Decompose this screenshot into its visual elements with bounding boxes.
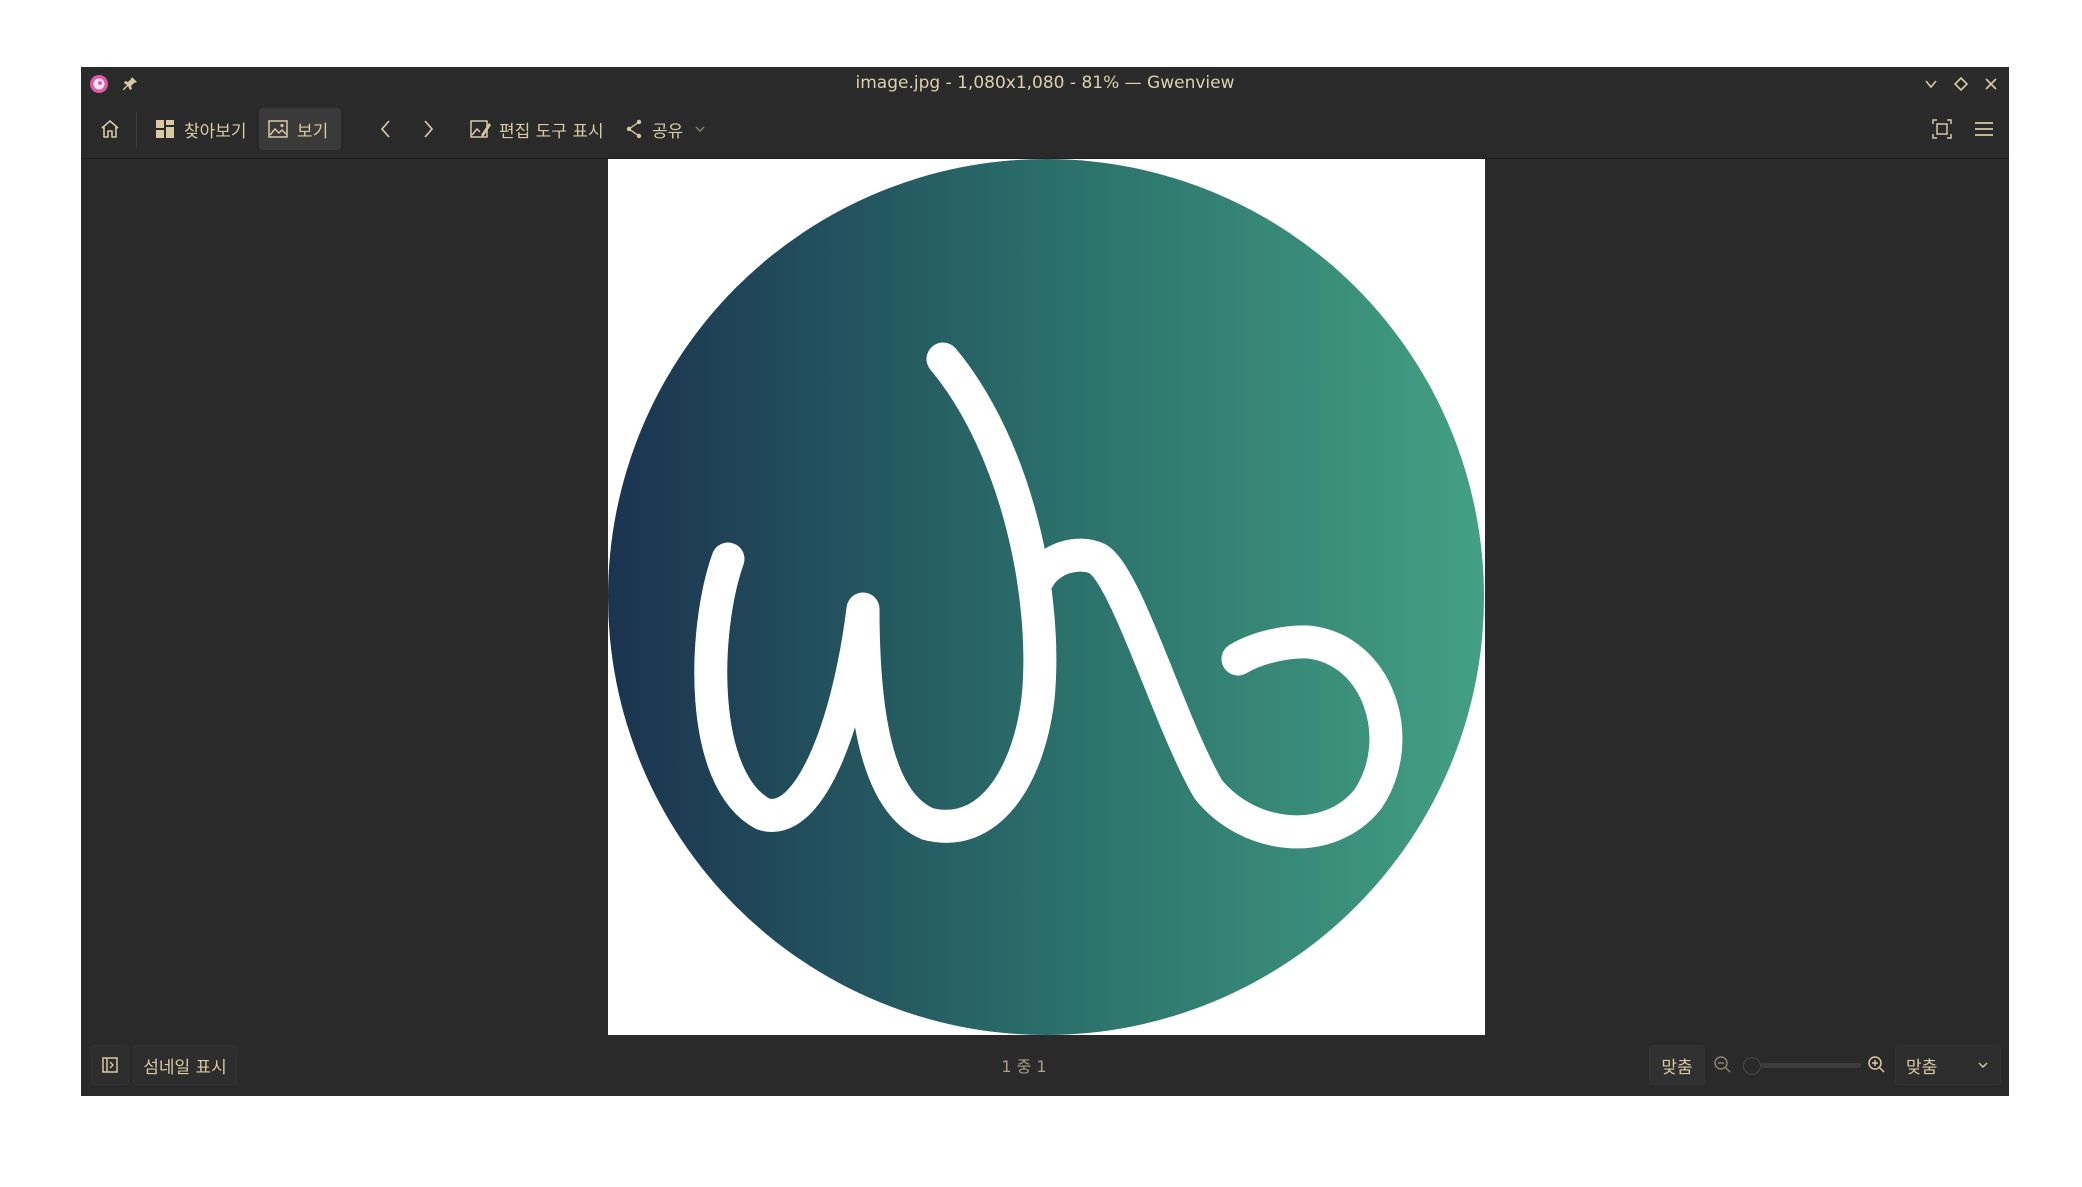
chevron-right-icon: [424, 120, 434, 138]
gwenview-window: image.jpg - 1,080x1,080 - 81% — Gwenview…: [81, 67, 2009, 1096]
home-icon: [101, 120, 119, 138]
fit-button[interactable]: 맞춤: [1649, 1045, 1705, 1085]
view-label: 보기: [297, 121, 329, 142]
browse-button[interactable]: 찾아보기: [146, 108, 255, 150]
fullscreen-button[interactable]: [1921, 108, 1963, 150]
grid-icon: [156, 120, 174, 138]
app-icon[interactable]: [89, 74, 109, 94]
browse-label: 찾아보기: [184, 121, 247, 142]
show-edit-tools-button[interactable]: 편집 도구 표시: [461, 108, 612, 150]
zoom-slider-handle[interactable]: [1743, 1057, 1761, 1075]
edit-tools-label: 편집 도구 표시: [499, 121, 604, 142]
toolbar-separator: [136, 112, 137, 148]
home-button[interactable]: [89, 108, 131, 150]
minimize-button[interactable]: [1920, 73, 1942, 95]
fullscreen-icon: [1932, 119, 1952, 139]
pin-icon[interactable]: [121, 75, 139, 93]
hamburger-menu-icon: [1975, 122, 1993, 136]
zoom-slider-track[interactable]: [1761, 1063, 1861, 1068]
minimize-icon: [1925, 80, 1937, 89]
show-thumbnails-label: 섬네일 표시: [143, 1057, 227, 1078]
zoom-select-value: 맞춤: [1906, 1057, 1938, 1078]
title-bar: image.jpg - 1,080x1,080 - 81% — Gwenview: [81, 67, 2009, 100]
image-icon: [268, 120, 288, 138]
main-toolbar: 찾아보기 보기 편집 도구 표시 공유: [81, 100, 2009, 159]
status-bar: 섬네일 표시 1 중 1 맞춤 맞춤: [81, 1033, 2009, 1096]
view-button[interactable]: 보기: [259, 108, 341, 150]
zoom-out-icon: [1714, 1056, 1731, 1073]
chevron-down-icon: [695, 126, 705, 132]
next-button[interactable]: [412, 108, 444, 150]
main-menu-button[interactable]: [1963, 108, 2005, 150]
share-label: 공유: [652, 121, 684, 142]
displayed-image: [608, 159, 1485, 1035]
window-title: image.jpg - 1,080x1,080 - 81% — Gwenview: [855, 73, 1235, 93]
page-counter: 1 중 1: [1001, 1057, 1047, 1076]
show-thumbnails-button[interactable]: 섬네일 표시: [133, 1045, 237, 1085]
zoom-out-button[interactable]: [1713, 1055, 1733, 1075]
wh-logo-image: [608, 159, 1484, 1035]
close-icon: [1985, 78, 1997, 90]
close-button[interactable]: [1980, 73, 2002, 95]
zoom-in-icon: [1868, 1056, 1885, 1073]
chevron-left-icon: [380, 120, 390, 138]
chevron-down-icon: [1978, 1062, 1988, 1068]
image-view-area[interactable]: [81, 159, 2009, 1035]
share-button[interactable]: 공유: [616, 108, 715, 150]
share-icon: [626, 119, 642, 139]
maximize-icon: [1953, 76, 1969, 92]
sidebar-toggle-icon: [102, 1057, 118, 1073]
sidebar-toggle-button[interactable]: [91, 1045, 129, 1085]
edit-image-icon: [470, 120, 491, 138]
previous-button[interactable]: [370, 108, 402, 150]
fit-label: 맞춤: [1661, 1057, 1693, 1078]
maximize-button[interactable]: [1950, 73, 1972, 95]
zoom-in-button[interactable]: [1867, 1055, 1887, 1075]
zoom-level-select[interactable]: 맞춤: [1895, 1045, 2001, 1085]
